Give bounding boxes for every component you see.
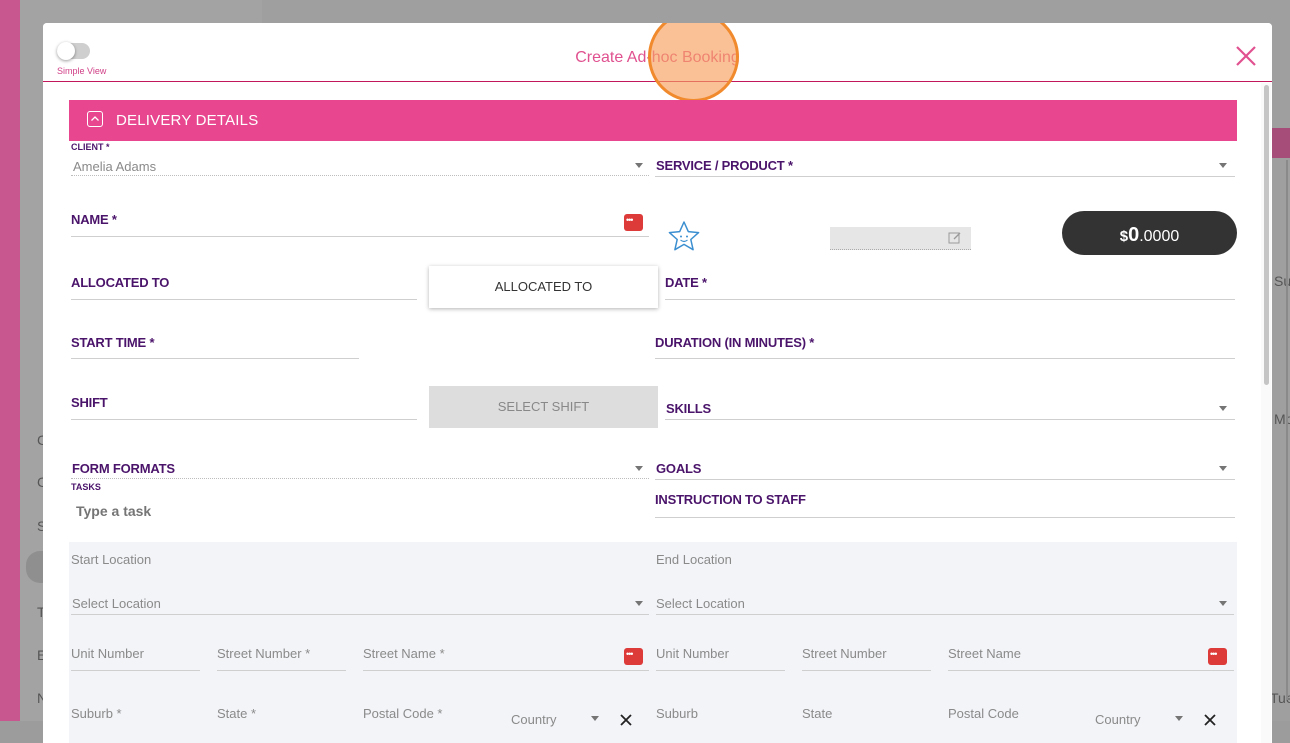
start-time-field[interactable] [71,358,359,359]
tasks-label: TASKS [71,482,101,492]
price-badge: $0.0000 [1062,211,1237,255]
end-unit-underline [656,670,785,671]
start-street-number[interactable]: Street Number * [217,646,310,661]
end-street-number-underline [802,670,931,671]
chevron-down-icon[interactable] [635,466,643,471]
background-divider [1286,160,1288,700]
form-formats-underline[interactable] [71,478,649,479]
more-options-icon[interactable] [624,214,643,231]
background-brand-strip [0,0,20,721]
price-value: 0 [1128,224,1140,246]
end-location-select[interactable]: Select Location [656,596,745,611]
chevron-down-icon[interactable] [1219,406,1227,411]
end-street-number[interactable]: Street Number [802,646,887,661]
start-unit-underline [71,670,200,671]
skills-field[interactable] [665,419,1235,420]
start-unit-number[interactable]: Unit Number [71,646,144,661]
client-value[interactable]: Amelia Adams [73,159,156,174]
start-suburb[interactable]: Suburb * [71,706,122,721]
start-street-number-underline [217,670,346,671]
chevron-down-icon[interactable] [1219,163,1227,168]
section-title: DELIVERY DETAILS [116,112,259,129]
shift-field[interactable] [71,419,417,420]
end-state[interactable]: State [802,706,832,721]
more-options-icon[interactable] [1208,648,1227,665]
chevron-down-icon[interactable] [591,716,599,721]
end-location-title: End Location [656,552,732,567]
date-label: DATE * [665,275,707,290]
start-time-label: START TIME * [71,335,155,350]
skills-label: SKILLS [666,401,712,416]
price-currency: $ [1119,228,1129,245]
modal-header: Simple View Create Ad-hoc Booking [43,23,1272,102]
start-country[interactable]: Country [511,712,557,727]
start-location-underline [71,614,649,615]
chevron-down-icon[interactable] [635,601,643,606]
click-indicator [648,23,739,102]
form-formats-label: FORM FORMATS [72,461,175,476]
section-header-delivery-details[interactable]: DELIVERY DETAILS [69,100,1237,141]
edit-icon[interactable] [948,231,962,245]
instruction-label: INSTRUCTION TO STAFF [655,492,806,507]
client-underline [71,175,649,176]
shift-label: SHIFT [71,395,108,410]
chevron-down-icon[interactable] [1219,466,1227,471]
price-decimals: .0000 [1139,228,1180,245]
start-street-name-underline [363,670,649,671]
date-field[interactable] [665,299,1235,300]
clear-icon[interactable] [620,714,632,726]
start-location-title: Start Location [71,552,152,567]
star-icon[interactable] [666,219,702,255]
clear-icon[interactable] [1204,714,1216,726]
locations-panel: Start Location Select Location Unit Numb… [69,542,1237,743]
create-booking-modal: Simple View Create Ad-hoc Booking DELIVE… [43,23,1272,743]
select-shift-button[interactable]: SELECT SHIFT [429,386,658,428]
end-suburb[interactable]: Suburb [656,706,698,721]
goals-field[interactable] [655,479,1235,480]
service-underline[interactable] [655,176,1235,177]
chevron-down-icon[interactable] [1219,601,1227,606]
allocated-to-button[interactable]: ALLOCATED TO [429,266,658,308]
duration-field[interactable] [655,358,1235,359]
end-postal-code[interactable]: Postal Code [948,706,1019,721]
task-input[interactable] [74,502,358,520]
client-label: CLIENT * [71,142,110,152]
close-icon[interactable] [1233,43,1259,69]
chevron-down-icon[interactable] [1175,716,1183,721]
note-field[interactable] [830,227,971,250]
end-location-underline [656,614,1234,615]
end-street-name-underline [948,670,1234,671]
goals-label: GOALS [656,461,702,476]
scrollbar-thumb[interactable] [1264,85,1269,385]
start-postal-code[interactable]: Postal Code * [363,706,443,721]
start-location-select[interactable]: Select Location [72,596,161,611]
service-label: SERVICE / PRODUCT * [656,158,793,173]
simple-view-label: Simple View [57,66,107,76]
duration-label: DURATION (IN MINUTES) * [655,335,815,350]
name-field[interactable] [71,236,649,237]
more-options-icon[interactable] [624,648,643,665]
chevron-down-icon[interactable] [635,163,643,168]
allocated-to-field[interactable] [71,299,417,300]
start-street-name[interactable]: Street Name * [363,646,445,661]
end-street-name[interactable]: Street Name [948,646,1021,661]
chevron-up-icon[interactable] [87,111,103,127]
instruction-field[interactable] [655,517,1235,518]
allocated-to-label: ALLOCATED TO [71,275,170,290]
start-state[interactable]: State * [217,706,256,721]
end-unit-number[interactable]: Unit Number [656,646,729,661]
name-label: NAME * [71,212,117,227]
end-country[interactable]: Country [1095,712,1141,727]
